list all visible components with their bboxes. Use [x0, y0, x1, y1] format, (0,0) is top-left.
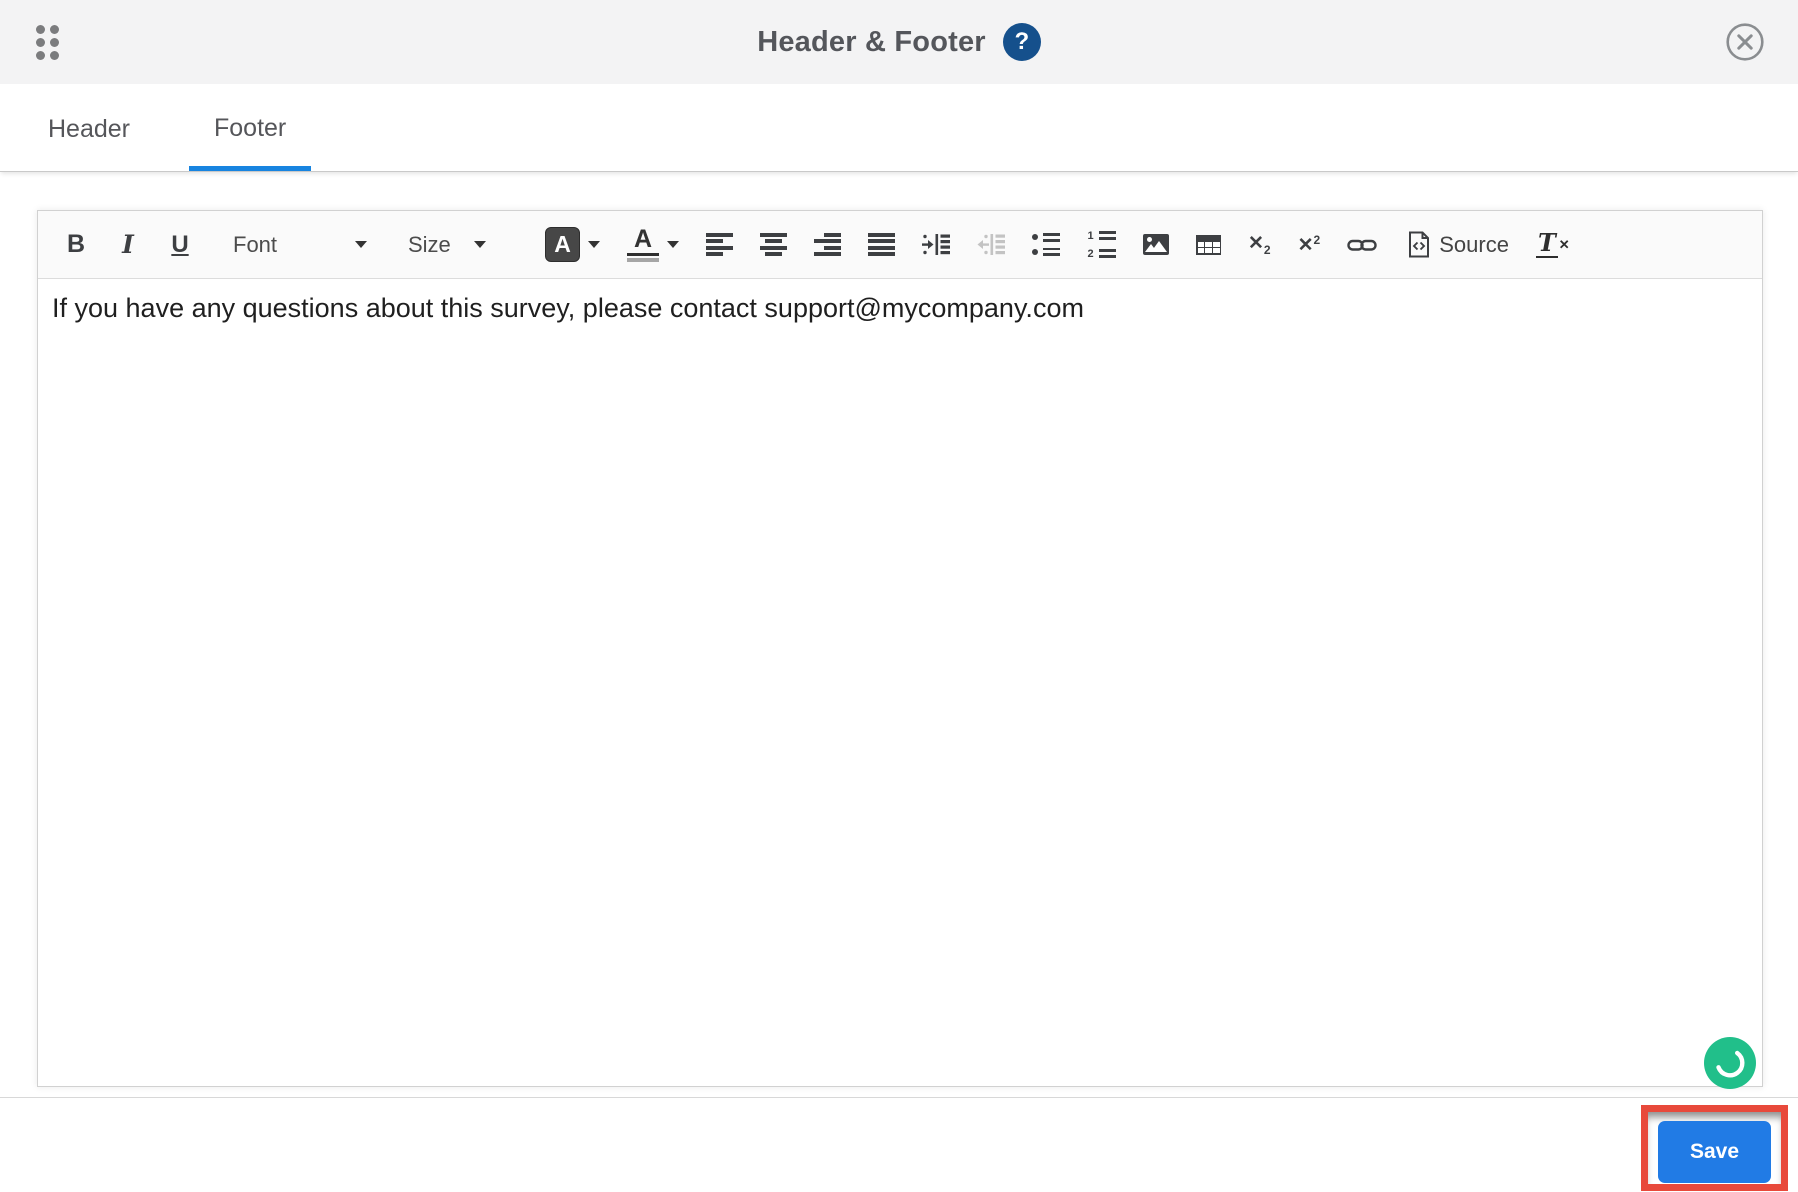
table-icon — [1196, 234, 1221, 255]
size-dropdown[interactable]: Size — [402, 223, 492, 267]
background-color-button[interactable]: A — [627, 223, 679, 267]
editor-toolbar: B I U Font Size A A 1 2 ✕2 ✕2 Source T ✕ — [38, 211, 1762, 279]
source-button[interactable]: Source — [1408, 223, 1509, 267]
remove-format-button[interactable]: T ✕ — [1535, 223, 1570, 267]
justify-button[interactable] — [868, 223, 895, 267]
align-center-icon — [760, 233, 787, 256]
save-button[interactable]: Save — [1658, 1121, 1771, 1183]
save-highlight-annotation: Save — [1641, 1105, 1788, 1191]
tab-footer[interactable]: Footer — [189, 114, 312, 171]
align-right-icon — [814, 233, 841, 256]
size-dropdown-label: Size — [408, 231, 451, 257]
rich-text-editor: B I U Font Size A A 1 2 ✕2 ✕2 Source T ✕… — [37, 210, 1763, 1089]
chevron-down-icon — [667, 241, 679, 248]
indent-icon — [922, 234, 950, 255]
background-color-icon: A — [627, 227, 659, 262]
bold-button[interactable]: B — [56, 223, 96, 267]
justify-icon — [868, 233, 895, 256]
chevron-down-icon — [588, 241, 600, 248]
subscript-icon: ✕2 — [1248, 232, 1271, 257]
align-right-button[interactable] — [814, 223, 841, 267]
font-dropdown-label: Font — [233, 231, 278, 257]
page-title: Header & Footer — [757, 25, 986, 58]
source-button-label: Source — [1439, 231, 1509, 257]
indent-button[interactable] — [922, 223, 950, 267]
link-button[interactable] — [1347, 223, 1377, 267]
text-color-icon: A — [545, 227, 580, 262]
align-left-icon — [706, 233, 733, 256]
insert-image-button[interactable] — [1143, 223, 1169, 267]
editor-content-area[interactable]: If you have any questions about this sur… — [38, 279, 1762, 1089]
subscript-button[interactable]: ✕2 — [1248, 223, 1271, 267]
insert-table-button[interactable] — [1196, 223, 1221, 267]
chevron-down-icon — [355, 241, 367, 248]
help-icon[interactable]: ? — [1002, 23, 1041, 61]
drag-handle-icon[interactable] — [36, 25, 59, 60]
superscript-icon: ✕2 — [1297, 233, 1321, 256]
editor-text: If you have any questions about this sur… — [52, 293, 1084, 323]
numbered-list-icon: 1 2 — [1087, 230, 1116, 260]
title-group: Header & Footer ? — [757, 23, 1041, 61]
italic-button[interactable]: I — [109, 223, 147, 267]
image-icon — [1143, 234, 1169, 255]
font-dropdown[interactable]: Font — [227, 223, 373, 267]
outdent-icon — [977, 234, 1005, 255]
source-document-icon — [1409, 231, 1430, 258]
link-icon — [1347, 239, 1377, 251]
numbered-list-button[interactable]: 1 2 — [1087, 223, 1116, 267]
superscript-button[interactable]: ✕2 — [1298, 223, 1321, 267]
modal-header: Header & Footer ? — [0, 0, 1798, 84]
bullet-list-icon — [1032, 233, 1060, 256]
tab-bar: Header Footer — [0, 84, 1798, 172]
chevron-down-icon — [474, 241, 486, 248]
close-icon[interactable] — [1725, 22, 1765, 62]
remove-format-icon: T — [1535, 228, 1558, 258]
align-center-button[interactable] — [760, 223, 787, 267]
tab-header[interactable]: Header — [48, 115, 130, 171]
text-color-button[interactable]: A — [545, 223, 600, 267]
outdent-button[interactable] — [977, 223, 1005, 267]
modal-footer: Save — [0, 1098, 1798, 1192]
feedback-smiley-icon[interactable] — [1704, 1037, 1756, 1089]
modal-body: B I U Font Size A A 1 2 ✕2 ✕2 Source T ✕… — [0, 210, 1798, 1192]
bullet-list-button[interactable] — [1032, 223, 1060, 267]
underline-button[interactable]: U — [160, 223, 200, 267]
align-left-button[interactable] — [706, 223, 733, 267]
